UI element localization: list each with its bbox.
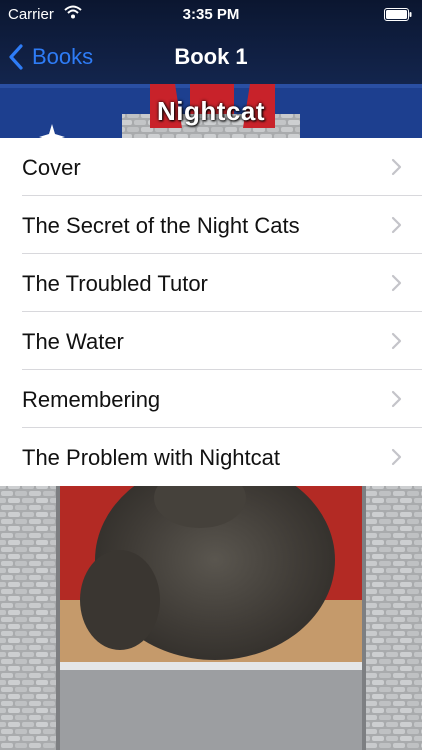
navigation-bar: Books Book 1 [0,30,422,84]
chapter-list: Cover The Secret of the Night Cats The T… [0,138,422,486]
page-title: Book 1 [174,44,248,69]
chapter-label: The Water [22,329,124,354]
chevron-right-icon [391,332,402,350]
chevron-right-icon [391,390,402,408]
status-bar: Carrier 3:35 PM [0,0,422,30]
book-banner-title: Nightcat [157,96,265,126]
chevron-right-icon [391,448,402,466]
chapter-label: Remembering [22,387,161,412]
chapter-row-problem-with-nightcat[interactable]: The Problem with Nightcat [0,428,422,486]
chapter-row-remembering[interactable]: Remembering [0,370,422,428]
chapter-label: The Problem with Nightcat [22,445,280,470]
chapter-label: Cover [22,155,81,180]
chapter-row-troubled-tutor[interactable]: The Troubled Tutor [0,254,422,312]
chapter-row-the-water[interactable]: The Water [0,312,422,370]
chapter-label: The Secret of the Night Cats [22,213,300,238]
chevron-right-icon [391,158,402,176]
chevron-right-icon [391,216,402,234]
chapter-row-cover[interactable]: Cover [0,138,422,196]
battery-icon [384,8,412,21]
chapter-row-secret-of-the-night-cats[interactable]: The Secret of the Night Cats [0,196,422,254]
status-time: 3:35 PM [182,6,240,23]
chapter-label: The Troubled Tutor [22,271,208,296]
chevron-right-icon [391,274,402,292]
